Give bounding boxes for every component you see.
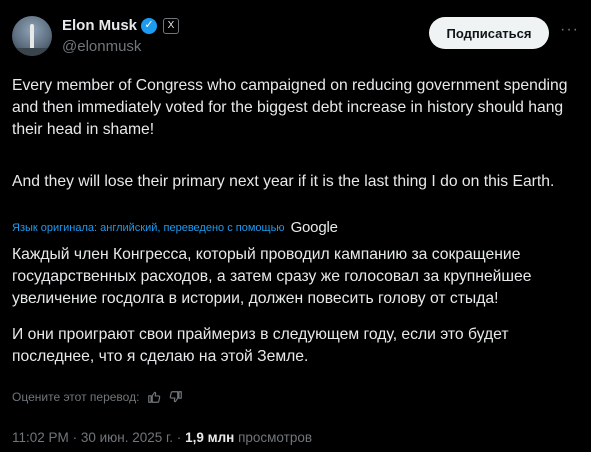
author-name[interactable]: Elon Musk [62,17,137,34]
subscribe-button[interactable]: Подписаться [429,17,549,49]
translated-paragraph-1: Каждый член Конгресса, который проводил … [12,246,532,307]
rate-translation: Оцените этот перевод: [12,390,183,404]
author-name-row: Elon Musk ✓ X [62,17,180,34]
thumbs-down-icon[interactable] [169,390,183,404]
post-text-paragraph-1: Every member of Congress who campaigned … [12,77,568,138]
translation-attribution: Язык оригинала: английский, переведено с… [12,219,338,236]
translation-label[interactable]: Язык оригинала: английский, переведено с… [12,222,285,234]
post-time[interactable]: 11:02 PM [12,430,69,445]
thumbs-up-icon[interactable] [147,390,161,404]
google-logo: Google [290,219,338,236]
rate-translation-label: Оцените этот перевод: [12,390,140,404]
views-count: 1,9 млн [185,430,235,445]
meta-separator: · [72,430,78,445]
views-label: просмотров [238,430,313,445]
author-handle[interactable]: @elonmusk [62,38,141,55]
translated-paragraph-2: И они проиграют свои праймериз в следующ… [12,326,509,365]
verified-icon: ✓ [141,17,158,34]
post-date[interactable]: 30 июн. 2025 г. [81,430,173,445]
meta-separator: · [176,430,182,445]
avatar[interactable] [12,16,52,56]
x-affiliate-icon: X [163,17,180,34]
rocket-image [30,24,34,50]
post-meta: 11:02 PM · 30 июн. 2025 г. · 1,9 млн про… [12,430,312,445]
post-text-paragraph-2: And they will lose their primary next ye… [12,173,555,190]
more-options-icon[interactable]: ··· [560,22,579,38]
